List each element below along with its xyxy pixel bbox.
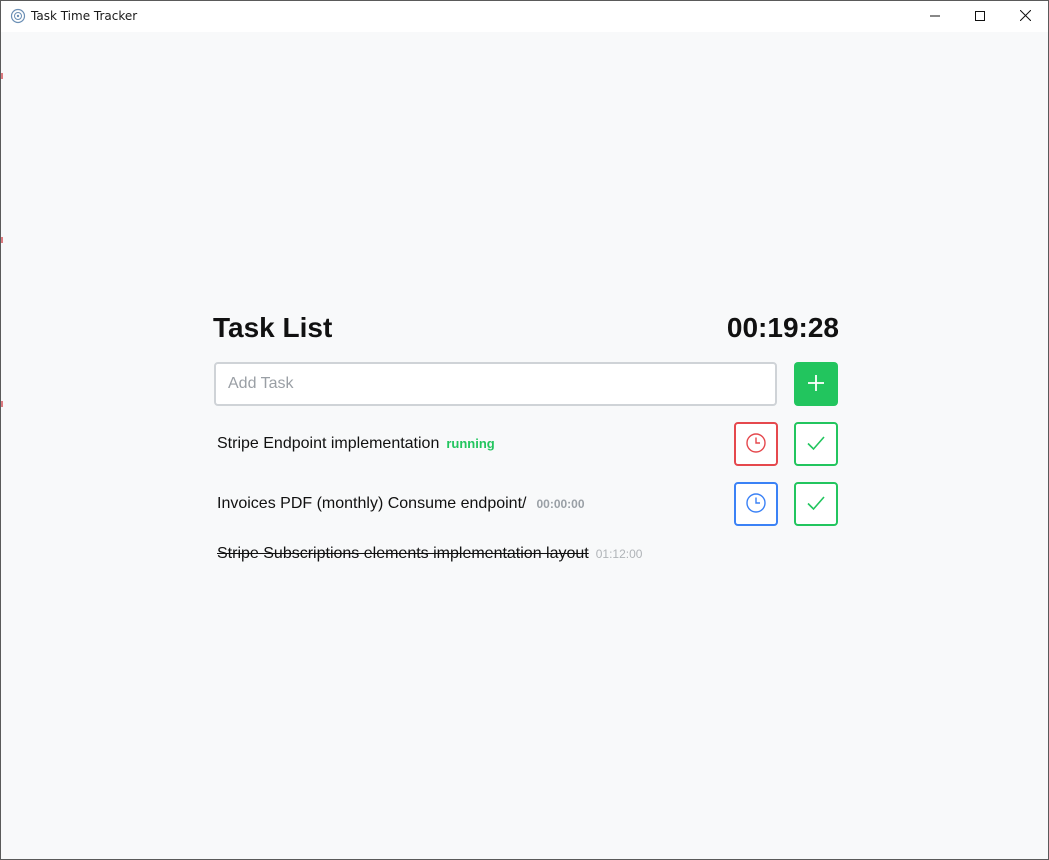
add-task-input[interactable]	[214, 362, 777, 406]
clock-icon	[745, 432, 767, 457]
complete-task-button[interactable]	[794, 482, 838, 526]
task-name-text: Invoices PDF (monthly) Consume endpoint/	[217, 495, 527, 512]
task-row-completed: Stripe Subscriptions elements implementa…	[213, 541, 839, 569]
edge-artifact	[1, 401, 3, 407]
task-name-text: Stripe Subscriptions elements implementa…	[217, 545, 589, 562]
edge-artifact	[1, 237, 3, 243]
stop-timer-button[interactable]	[734, 422, 778, 466]
task-item-label: Invoices PDF (monthly) Consume endpoint/…	[217, 495, 585, 513]
maximize-button[interactable]	[957, 1, 1003, 32]
window-title: Task Time Tracker	[31, 9, 138, 23]
total-timer: 00:19:28	[726, 312, 839, 343]
minimize-button[interactable]	[912, 1, 958, 32]
start-timer-button[interactable]	[734, 482, 778, 526]
page-title: Task List	[213, 312, 333, 343]
close-icon	[1019, 8, 1031, 26]
clock-icon	[745, 492, 767, 517]
check-icon	[805, 492, 827, 517]
minimize-icon	[930, 8, 940, 26]
task-name-text: Stripe Endpoint implementation	[217, 435, 440, 452]
app-logo-icon	[10, 8, 26, 24]
task-row: Stripe Endpoint implementation running	[213, 422, 839, 466]
check-icon	[805, 432, 827, 457]
task-elapsed-time: 00:00:00	[536, 497, 585, 511]
task-total-time: 01:12:00	[595, 547, 643, 561]
app-window: Task Time Tracker Task List 00:19:28 Add…	[0, 0, 1049, 860]
task-row: Invoices PDF (monthly) Consume endpoint/…	[213, 482, 839, 526]
add-task-button[interactable]	[794, 362, 838, 406]
plus-icon	[807, 374, 825, 395]
task-item-label: Stripe Endpoint implementation running	[217, 435, 495, 453]
complete-task-button[interactable]	[794, 422, 838, 466]
maximize-icon	[975, 8, 985, 26]
task-status-badge: running	[446, 436, 495, 451]
edge-artifact	[1, 73, 3, 79]
title-bar: Task Time Tracker	[1, 1, 1048, 32]
close-button[interactable]	[1002, 1, 1048, 32]
header-row: Task List 00:19:28	[213, 312, 839, 348]
completed-task-label: Stripe Subscriptions elements implementa…	[217, 545, 642, 563]
